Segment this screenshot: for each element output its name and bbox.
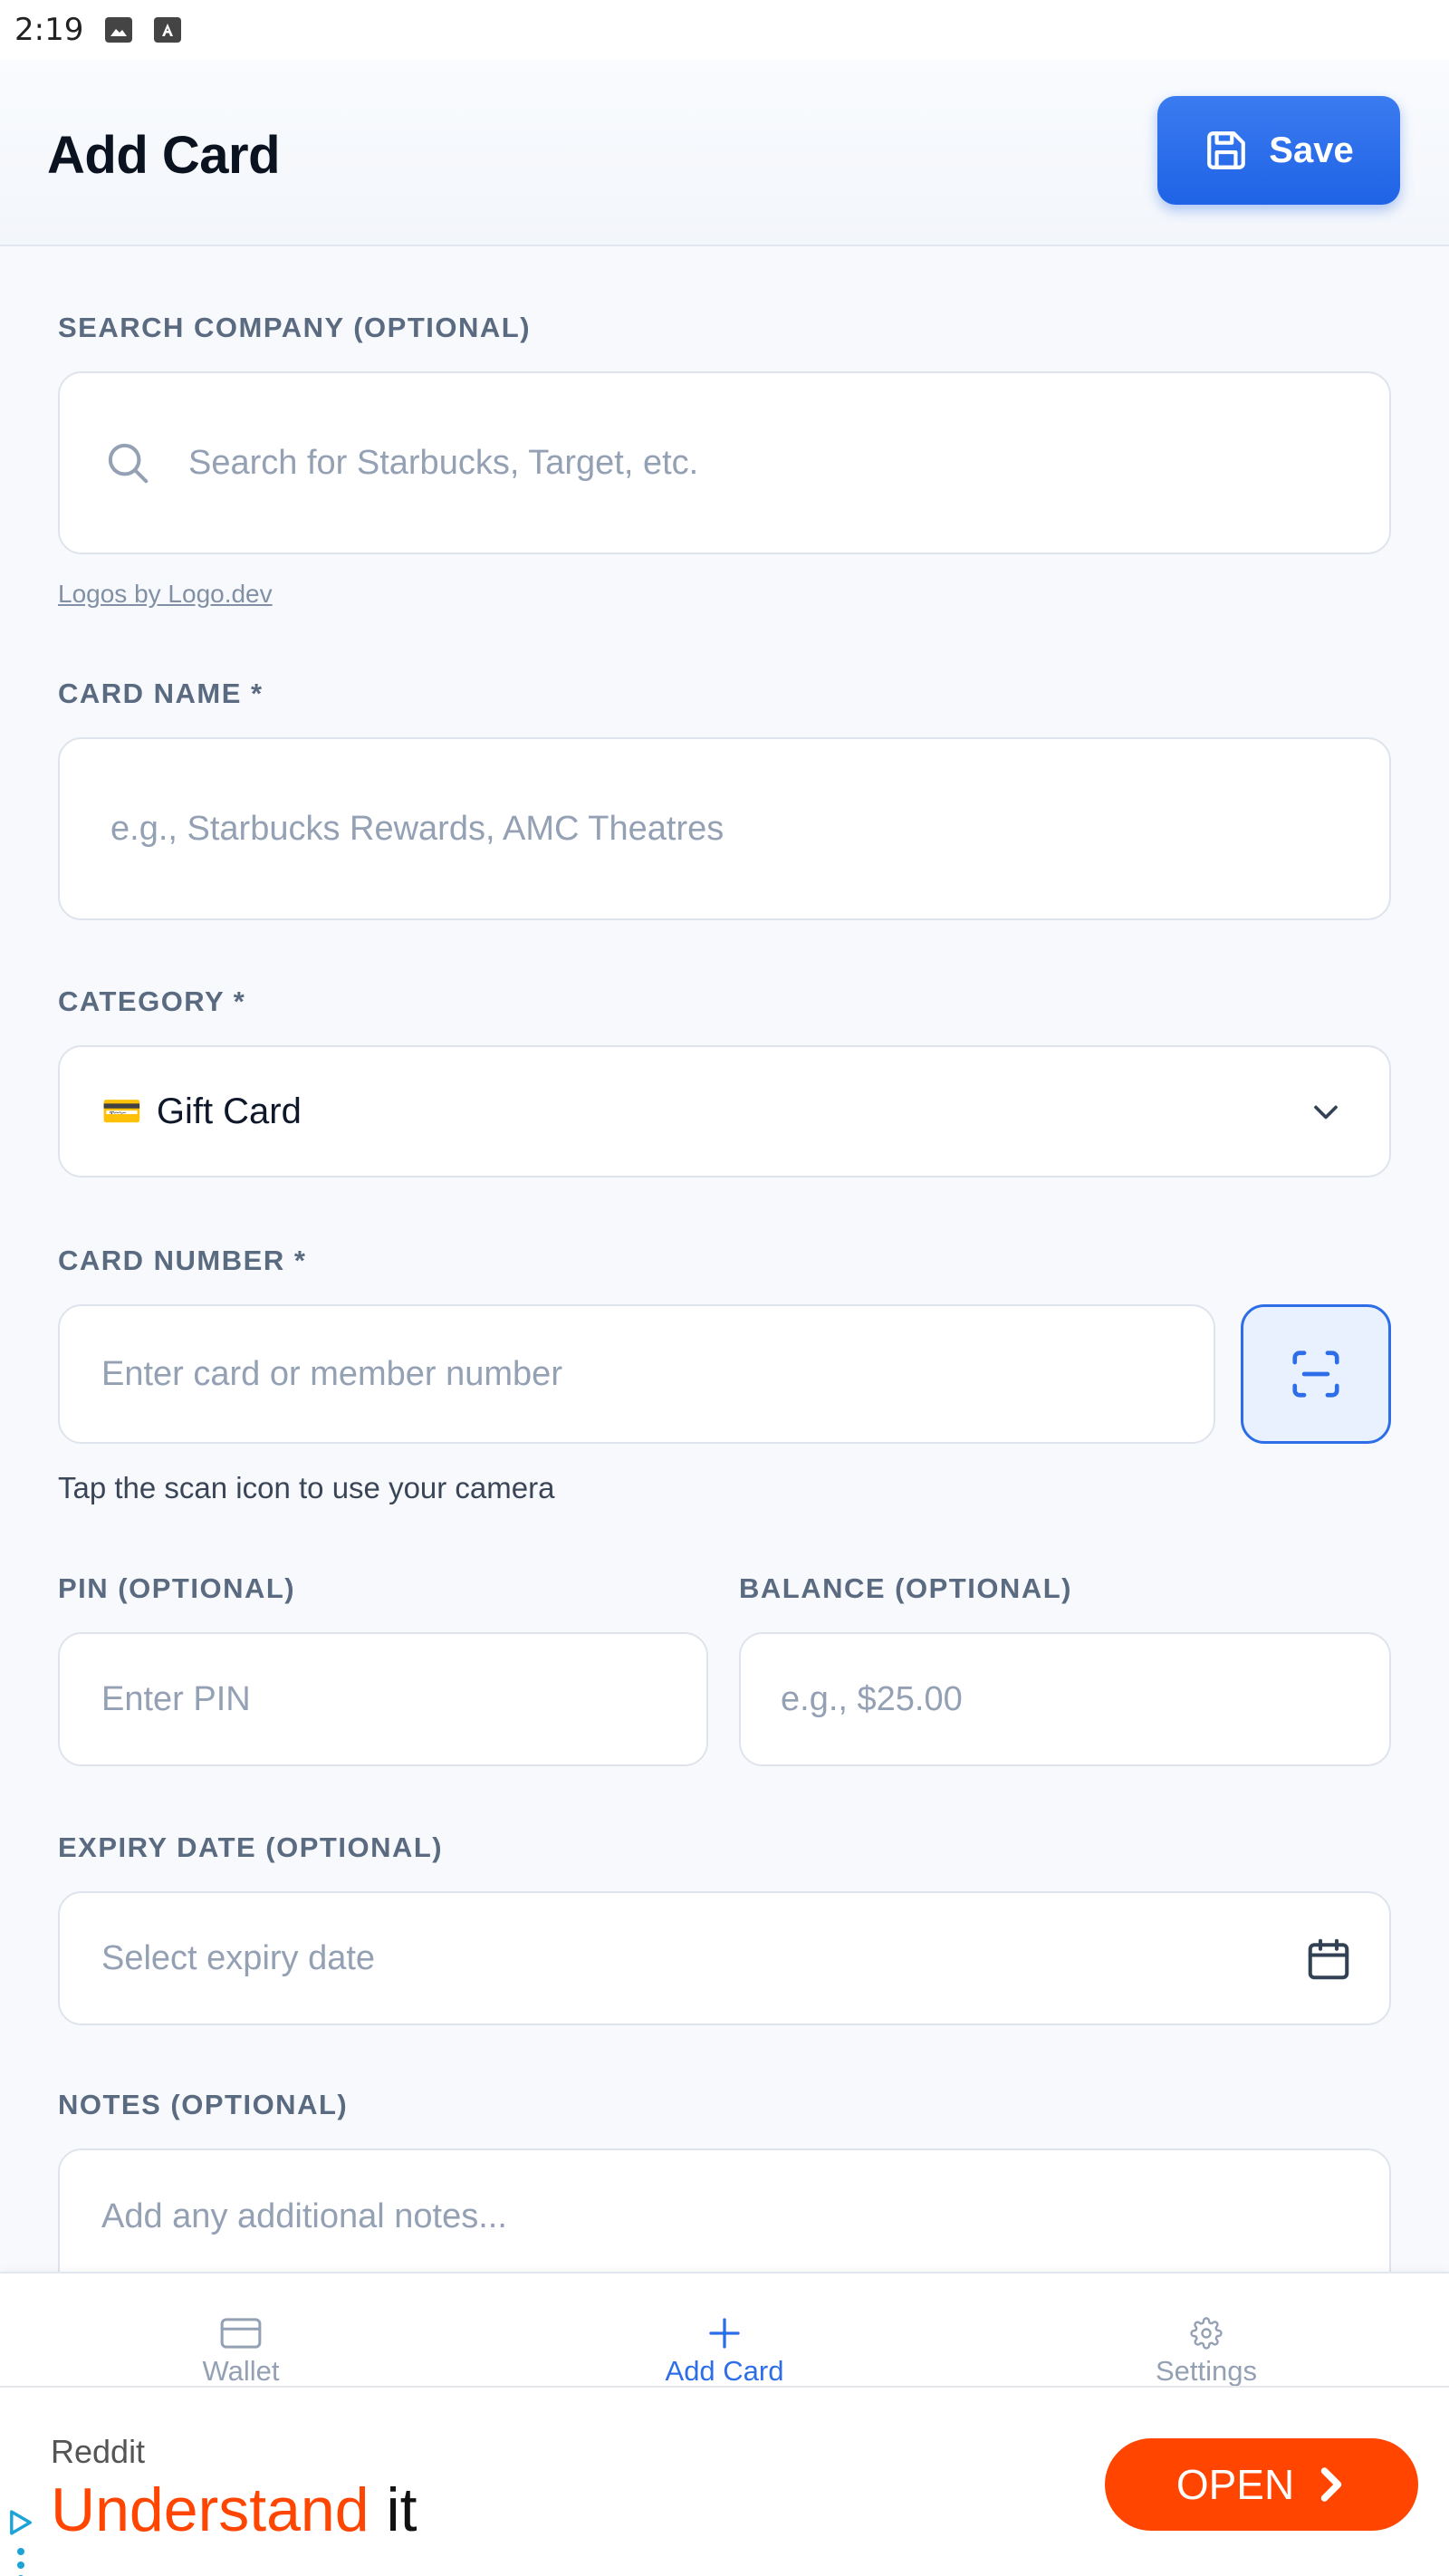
ad-choices-icon[interactable]	[5, 2507, 36, 2538]
nav-label-wallet: Wallet	[202, 2355, 280, 2387]
save-button[interactable]: Save	[1157, 96, 1400, 205]
logo-credit-link[interactable]: Logos by Logo.dev	[58, 580, 273, 609]
search-company-placeholder: Search for Starbucks, Target, etc.	[188, 443, 699, 482]
credit-card-icon	[220, 2318, 262, 2349]
bottom-nav: Wallet Add Card Settings	[0, 2272, 1449, 2388]
chevron-right-icon	[1320, 2467, 1342, 2502]
search-company-input[interactable]: Search for Starbucks, Target, etc.	[58, 371, 1391, 554]
ad-source: Reddit	[51, 2433, 146, 2470]
card-name-input[interactable]: e.g., Starbucks Rewards, AMC Theatres	[58, 737, 1391, 920]
status-bar: 2:19	[0, 0, 1449, 60]
pin-input[interactable]: Enter PIN	[58, 1632, 708, 1766]
search-icon	[108, 443, 149, 484]
ad-open-label: OPEN	[1176, 2461, 1295, 2508]
card-number-helper: Tap the scan icon to use your camera	[58, 1471, 555, 1504]
ad-headline: Understand it	[51, 2475, 417, 2545]
ad-headline-rest: it	[386, 2475, 417, 2544]
ad-open-button[interactable]: OPEN	[1105, 2438, 1418, 2531]
nav-item-settings[interactable]: Settings	[1070, 2273, 1342, 2388]
expiry-date-placeholder: Select expiry date	[101, 1938, 376, 1977]
balance-label: BALANCE (OPTIONAL)	[739, 1572, 1072, 1604]
nav-label-settings: Settings	[1155, 2355, 1257, 2387]
scan-icon	[1292, 1350, 1339, 1398]
balance-placeholder: e.g., $25.00	[781, 1679, 963, 1718]
more-vertical-icon[interactable]	[16, 2547, 25, 2576]
card-number-placeholder: Enter card or member number	[101, 1354, 562, 1393]
gear-icon	[1190, 2317, 1223, 2350]
app-header: Add Card Save	[0, 60, 1449, 246]
ad-headline-highlight: Understand	[51, 2475, 369, 2544]
nav-label-add-card: Add Card	[665, 2355, 784, 2387]
plus-icon	[709, 2318, 740, 2349]
calendar-icon[interactable]	[1304, 1935, 1353, 1984]
category-select[interactable]: 💳 Gift Card	[58, 1045, 1391, 1177]
save-button-label: Save	[1269, 130, 1354, 170]
font-notification-icon	[154, 17, 182, 43]
save-icon	[1207, 131, 1246, 169]
expiry-date-label: EXPIRY DATE (OPTIONAL)	[58, 1831, 444, 1863]
notes-label: NOTES (OPTIONAL)	[58, 2089, 349, 2120]
category-label: CATEGORY *	[58, 985, 246, 1017]
image-notification-icon	[105, 17, 133, 43]
scan-card-button[interactable]	[1241, 1304, 1391, 1444]
card-name-placeholder: e.g., Starbucks Rewards, AMC Theatres	[110, 809, 724, 848]
pin-label: PIN (OPTIONAL)	[58, 1572, 296, 1604]
status-time: 2:19	[14, 12, 84, 48]
category-selected-value: Gift Card	[156, 1091, 302, 1131]
card-name-label: CARD NAME *	[58, 678, 264, 709]
search-company-label: SEARCH COMPANY (OPTIONAL)	[58, 312, 532, 343]
credit-card-emoji-icon: 💳	[101, 1093, 142, 1130]
card-number-input[interactable]: Enter card or member number	[58, 1304, 1215, 1444]
chevron-down-icon	[1314, 1105, 1338, 1120]
page-title: Add Card	[47, 126, 281, 185]
balance-input[interactable]: e.g., $25.00	[739, 1632, 1391, 1766]
card-number-label: CARD NUMBER *	[58, 1245, 307, 1276]
notes-placeholder: Add any additional notes...	[101, 2197, 507, 2235]
pin-placeholder: Enter PIN	[101, 1679, 251, 1718]
nav-item-wallet[interactable]: Wallet	[105, 2273, 377, 2388]
expiry-date-input[interactable]: Select expiry date	[58, 1891, 1391, 2025]
ad-banner[interactable]: Reddit Understand it OPEN	[0, 2386, 1449, 2576]
nav-item-add-card[interactable]: Add Card	[589, 2273, 860, 2388]
